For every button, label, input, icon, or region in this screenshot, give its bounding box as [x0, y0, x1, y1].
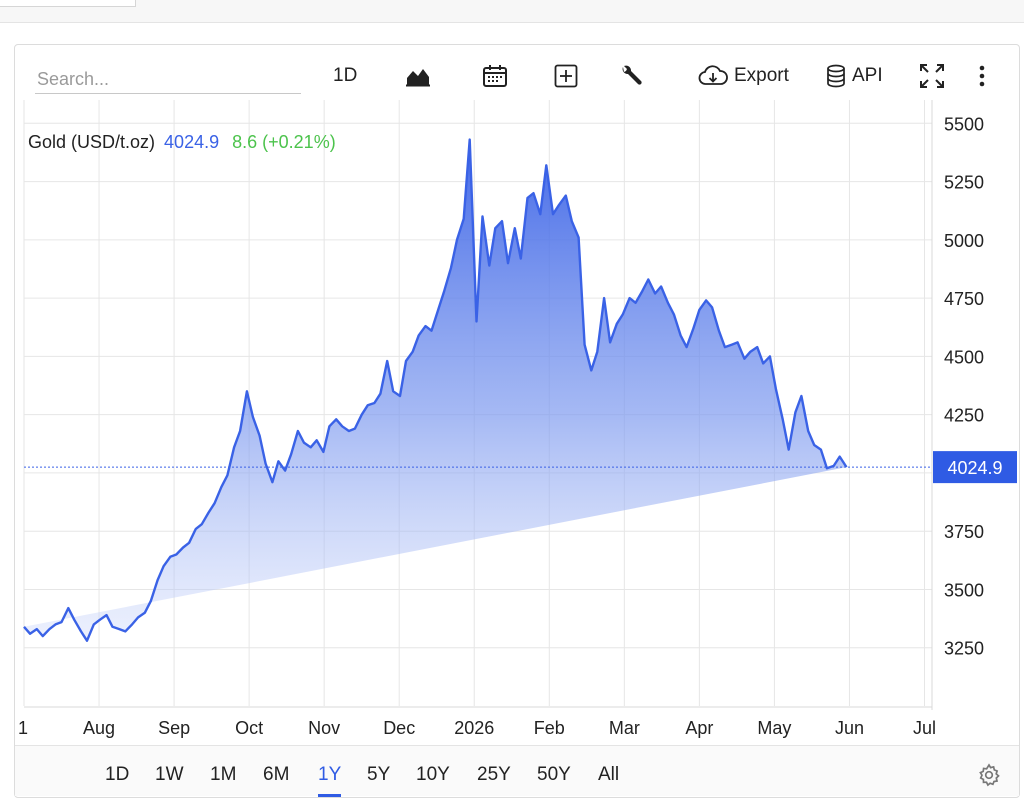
- y-tick-label: 4750: [944, 289, 984, 309]
- series-area: [24, 139, 847, 641]
- y-tick-label: 4250: [944, 406, 984, 426]
- x-tick-label: Mar: [609, 718, 640, 738]
- x-tick-label: 1: [18, 718, 28, 738]
- price-chart[interactable]: 4024.9 3250 3500 3750 4250 4500 4750 5000 5250 55…: [0, 0, 1024, 800]
- x-tick-label: 2026: [454, 718, 494, 738]
- y-tick-label: 4500: [944, 347, 984, 367]
- x-tick-label: May: [757, 718, 791, 738]
- price-change: 8.6 (+0.21%): [232, 132, 336, 152]
- x-tick-label: Feb: [534, 718, 565, 738]
- x-tick-label: Nov: [308, 718, 340, 738]
- y-tick-label: 5000: [944, 231, 984, 251]
- instrument-name: Gold (USD/t.oz): [28, 132, 156, 152]
- x-tick-label: Dec: [383, 718, 415, 738]
- last-price: 4024.9: [164, 132, 220, 152]
- y-tick-label: 3750: [944, 522, 984, 542]
- chart-area: 4024.9 3250 3500 3750 4250 4500 4750 5000 5250 55…: [0, 0, 1024, 800]
- x-tick-label: Sep: [158, 718, 190, 738]
- chart-legend: Gold (USD/t.oz) 4024.9 8.6 (+0.21%): [28, 132, 336, 153]
- x-tick-label: Jul: [913, 718, 936, 738]
- x-tick-label: Apr: [685, 718, 713, 738]
- x-tick-label: Jun: [835, 718, 864, 738]
- y-tick-label: 5500: [944, 114, 984, 134]
- y-tick-label: 5250: [944, 173, 984, 193]
- x-tick-label: Oct: [235, 718, 263, 738]
- y-tick-label: 3500: [944, 580, 984, 600]
- x-tick-label: Aug: [83, 718, 115, 738]
- y-tick-label: 3250: [944, 639, 984, 659]
- last-value-tag-label: 4024.9: [947, 458, 1002, 478]
